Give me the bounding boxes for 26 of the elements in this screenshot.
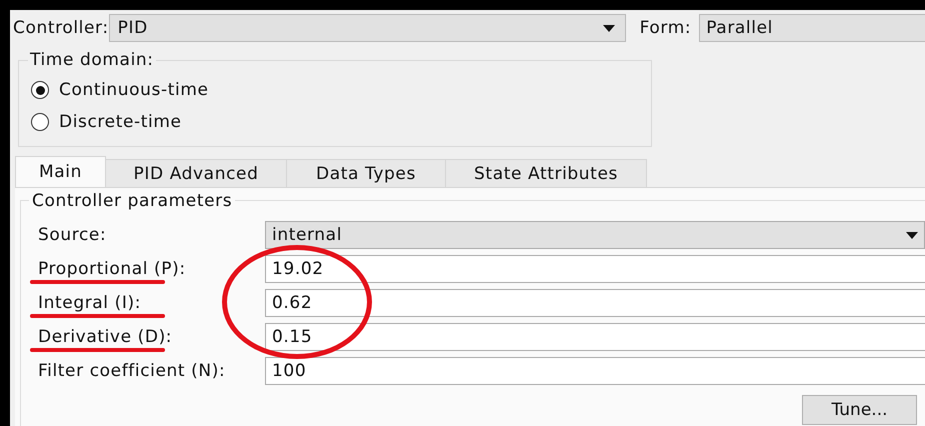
- radio-label[interactable]: Discrete-time: [59, 112, 182, 132]
- parameter-field[interactable]: 19.02: [265, 255, 925, 283]
- tune-button[interactable]: Tune...: [802, 395, 917, 425]
- parameter-label: Proportional (P):: [38, 259, 187, 279]
- dropdown-caret-icon: [602, 24, 615, 32]
- form-field[interactable]: Parallel: [699, 14, 925, 42]
- parameter-label: Integral (I):: [38, 293, 142, 313]
- controller-dropdown[interactable]: PID: [108, 14, 626, 42]
- parameter-label: Derivative (D):: [38, 327, 174, 347]
- parameter-field[interactable]: 100: [265, 357, 925, 385]
- radio-label[interactable]: Continuous-time: [59, 80, 209, 100]
- tab[interactable]: State Attributes: [445, 159, 647, 187]
- dropdown-caret-icon: [906, 232, 918, 238]
- tab[interactable]: PID Advanced: [105, 159, 287, 187]
- radio-button[interactable]: [31, 81, 49, 99]
- parameter-field[interactable]: 0.15: [265, 323, 925, 351]
- parameter-label: Filter coefficient (N):: [38, 361, 226, 381]
- group-title: Controller parameters: [29, 190, 236, 212]
- form-label: Form:: [640, 18, 692, 38]
- radio-button[interactable]: [31, 113, 49, 131]
- source-dropdown[interactable]: internal: [265, 221, 925, 249]
- tab[interactable]: Main: [15, 156, 106, 187]
- parameter-field[interactable]: 0.62: [265, 289, 925, 317]
- tab[interactable]: Data Types: [286, 159, 446, 187]
- controller-label: Controller:: [13, 18, 109, 38]
- source-label: Source:: [38, 225, 108, 245]
